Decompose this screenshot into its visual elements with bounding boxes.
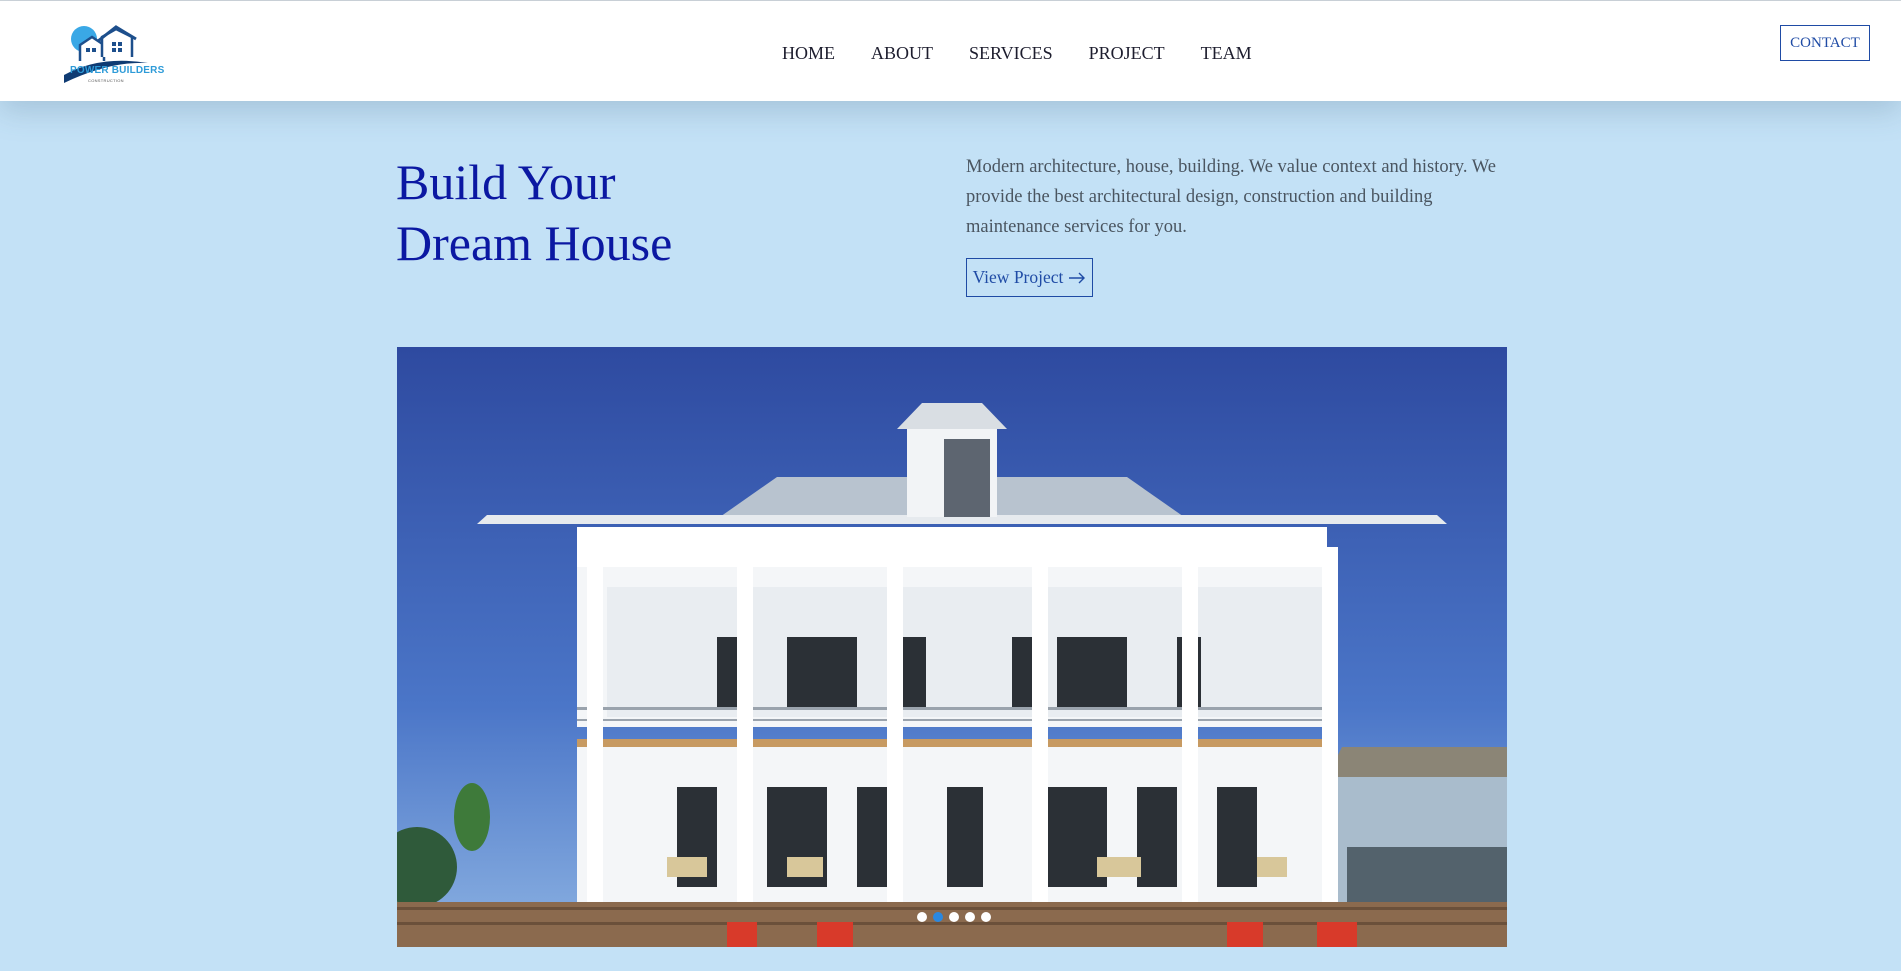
hero-title-line1: Build Your [396,154,616,210]
house-photo [397,347,1507,947]
contact-button[interactable]: CONTACT [1780,25,1870,61]
view-project-label: View Project [972,267,1064,287]
arrow-right-icon [1069,272,1086,283]
nav-link-team[interactable]: TEAM [1201,42,1252,64]
hero-description: Modern architecture, house, building. We… [966,157,1496,237]
nav-link-services[interactable]: SERVICES [969,42,1053,64]
slider-dot-2[interactable] [933,912,943,922]
brand-logo[interactable]: POWER BUILDERS CONSTRUCTION [60,17,175,87]
slider-dot-5[interactable] [981,912,991,922]
slider-dot-1[interactable] [917,912,927,922]
brand-tagline: CONSTRUCTION [88,78,124,83]
house-logo-icon [64,25,148,83]
navbar: POWER BUILDERS CONSTRUCTION HOME ABOUT S… [0,1,1901,101]
slider-dot-4[interactable] [965,912,975,922]
view-project-button[interactable]: View Project [966,258,1093,297]
slider-dots [917,912,991,922]
brand-name: POWER BUILDERS [70,65,165,76]
nav-link-home[interactable]: HOME [782,42,835,64]
slider-dot-3[interactable] [949,912,959,922]
hero-house-image [397,347,1507,947]
hero-title-line2: Dream House [396,215,673,271]
nav-link-project[interactable]: PROJECT [1089,42,1165,64]
nav-link-about[interactable]: ABOUT [871,42,933,64]
hero-title: Build Your Dream House [396,152,916,274]
main-nav: HOME ABOUT SERVICES PROJECT TEAM [782,42,1288,64]
